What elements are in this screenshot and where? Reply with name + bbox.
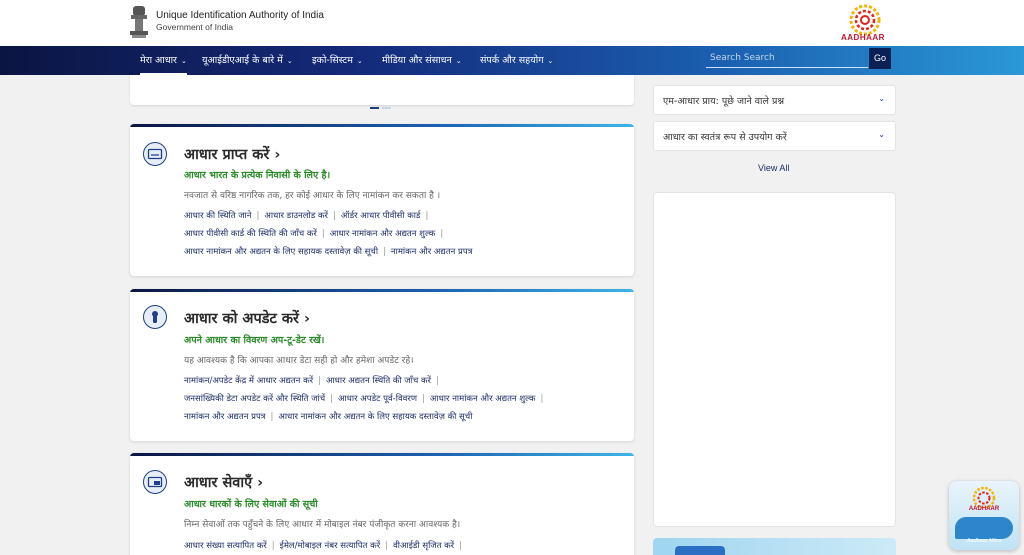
card-description: नवजात से वरिष्ठ नागरिक तक, हर कोई आधार क… — [184, 191, 441, 201]
phone-icon — [675, 546, 725, 555]
card-accent-bar — [130, 289, 634, 292]
link-update-center[interactable]: नामांकन/अपडेट केंद्र में आधार अद्यतन करे… — [184, 376, 313, 386]
nav-label: मेरा आधार — [140, 55, 177, 66]
chevron-down-icon: ⌄ — [878, 130, 885, 139]
nav-label: यूआईडीएआई के बारे में — [202, 55, 283, 66]
view-all-link[interactable]: View All — [758, 163, 789, 173]
slider-dots — [370, 94, 394, 113]
link-pvc-status[interactable]: आधार पीवीसी कार्ड की स्थिति की जाँच करें — [184, 229, 317, 239]
card-title[interactable]: आधार को अपडेट करें › — [184, 308, 310, 328]
nav-item-contact[interactable]: संपर्क और सहयोग ⌄ — [480, 46, 553, 75]
nav-item-ecosystem[interactable]: इको-सिस्टम ⌄ — [312, 46, 363, 75]
national-emblem-icon — [130, 6, 148, 38]
nav-label: संपर्क और सहयोग — [480, 55, 544, 66]
card-tagline: अपने आधार का विवरण अप-टू-डेट रखें। — [184, 335, 325, 346]
aadhaar-logo-text: AADHAAR — [841, 33, 885, 42]
org-name: Unique Identification Authority of India — [156, 10, 324, 21]
top-header: Unique Identification Authority of India… — [0, 0, 1024, 46]
mitra-label: AADHAAR — [968, 506, 1000, 512]
nav-label: इको-सिस्टम — [312, 55, 353, 66]
gov-name: Government of India — [156, 22, 234, 32]
link-check-status[interactable]: आधार की स्थिति जाने — [184, 211, 251, 221]
link-verify-email-mobile[interactable]: ईमेल/मोबाइल नंबर सत्यापित करें — [280, 541, 381, 551]
aadhaar-logo-icon — [972, 486, 996, 508]
chevron-down-icon: ⌄ — [878, 94, 885, 103]
card-title[interactable]: आधार सेवाएँ › — [184, 472, 263, 492]
right-content-panel — [653, 192, 896, 527]
card-links: नामांकन/अपडेट केंद्र में आधार अद्यतन करे… — [184, 376, 544, 422]
faq-item-maadhaar[interactable]: एम-आधार प्राय: पूछे जाने वाले प्रश्न ⌄ — [653, 85, 896, 115]
card-get-aadhaar: आधार प्राप्त करें › आधार भारत के प्रत्ये… — [130, 124, 634, 276]
nav-item-media[interactable]: मीडिया और संसाधन ⌄ — [382, 46, 462, 75]
card-title[interactable]: आधार प्राप्त करें › — [184, 144, 280, 164]
link-documents[interactable]: आधार नामांकन और अद्यतन के लिए सहायक दस्त… — [278, 412, 472, 422]
card-tagline: आधार भारत के प्रत्येक निवासी के लिए है। — [184, 170, 331, 181]
nav-item-about[interactable]: यूआईडीएआई के बारे में ⌄ — [202, 46, 293, 75]
nav-label: मीडिया और संसाधन — [382, 55, 452, 66]
link-fees[interactable]: आधार नामांकन और अद्यतन शुल्क — [430, 394, 536, 404]
link-update-status[interactable]: आधार अद्यतन स्थिति की जाँच करें — [326, 376, 431, 386]
card-aadhaar-services: आधार सेवाएँ › आधार धारकों के लिए सेवाओं … — [130, 453, 634, 555]
link-fees[interactable]: आधार नामांकन और अद्यतन शुल्क — [330, 229, 436, 239]
link-download[interactable]: आधार डाउनलोड करें — [264, 211, 328, 221]
card-accent-bar — [130, 453, 634, 456]
faq-label: आधार का स्वतंत्र रूप से उपयोग करें — [663, 132, 787, 143]
slider-dot[interactable] — [382, 107, 391, 109]
link-order-pvc[interactable]: ऑर्डर आधार पीवीसी कार्ड — [341, 211, 421, 221]
link-forms[interactable]: नामांकन और अद्यतन प्रपत्र — [184, 412, 266, 422]
link-verify-number[interactable]: आधार संख्या सत्यापित करें — [184, 541, 267, 551]
chevron-down-icon: ⌄ — [455, 57, 462, 65]
touch-update-icon — [143, 305, 167, 329]
card-tagline: आधार धारकों के लिए सेवाओं की सूची — [184, 499, 318, 510]
nav-item-mera-aadhaar[interactable]: मेरा आधार ⌄ — [140, 46, 187, 75]
card-update-aadhaar: आधार को अपडेट करें › अपने आधार का विवरण … — [130, 289, 634, 441]
card-accent-bar — [130, 124, 634, 127]
slider-dot[interactable] — [370, 107, 379, 109]
card-links: आधार की स्थिति जाने | आधार डाउनलोड करें | ऑर… — [184, 211, 473, 257]
aadhaar-mitra-chatbot[interactable]: AADHAAR Aadhaar Mitra — [949, 481, 1019, 550]
search-input[interactable] — [706, 49, 868, 68]
faq-item-use-freely[interactable]: आधार का स्वतंत्र रूप से उपयोग करें ⌄ — [653, 121, 896, 151]
link-pre-enrolment[interactable]: आधार अपडेट पूर्व-विवरण — [338, 394, 417, 404]
chevron-down-icon: ⌄ — [286, 57, 293, 65]
banner-slider — [130, 75, 634, 109]
chat-bubble-icon — [955, 517, 1013, 539]
mitra-sub: Aadhaar Mitra — [966, 538, 1002, 544]
link-documents[interactable]: आधार नामांकन और अद्यतन के लिए सहायक दस्त… — [184, 247, 378, 257]
services-icon — [143, 470, 167, 494]
faq-label: एम-आधार प्राय: पूछे जाने वाले प्रश्न — [663, 96, 785, 107]
link-forms[interactable]: नामांकन और अद्यतन प्रपत्र — [391, 247, 473, 257]
chevron-down-icon: ⌄ — [356, 57, 363, 65]
card-description: निम्न सेवाओं तक पहुँचने के लिए आधार में … — [184, 520, 461, 530]
chevron-down-icon: ⌄ — [180, 57, 187, 65]
chevron-down-icon: ⌄ — [547, 57, 554, 65]
go-button[interactable]: Go — [869, 48, 891, 69]
id-card-icon — [143, 142, 167, 166]
card-description: यह आवश्यक है कि आपका आधार डेटा सही हो और… — [184, 356, 414, 366]
link-generate-vid[interactable]: वीआईडी सृजित करें — [393, 541, 454, 551]
link-demographic-update[interactable]: जनसांख्यिकी डेटा अपडेट करें और स्थिति जा… — [184, 394, 325, 404]
promo-banner[interactable] — [653, 538, 896, 555]
org-title: Unique Identification Authority of India… — [156, 10, 324, 32]
card-links: आधार संख्या सत्यापित करें | ईमेल/मोबाइल नं… — [184, 541, 462, 551]
